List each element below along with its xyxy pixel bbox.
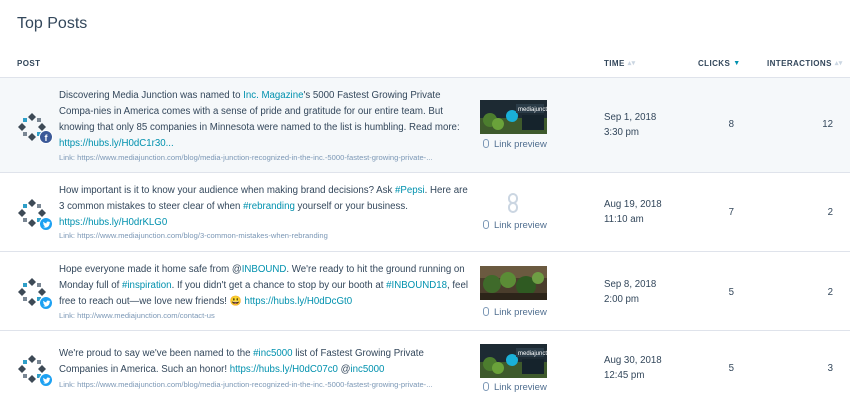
column-header-clicks[interactable]: CLICKS ▼: [698, 59, 741, 68]
twitter-icon: [39, 373, 53, 387]
twitter-icon: [39, 217, 53, 231]
post-link[interactable]: #Pepsi: [395, 185, 425, 196]
link-icon: [483, 307, 489, 316]
sort-icon: ▴▾: [834, 60, 843, 67]
post-date: Aug 30, 2018: [604, 355, 662, 366]
post-message: Discovering Media Junction was named to …: [59, 90, 460, 149]
column-header-time[interactable]: TIME ▴▾: [604, 59, 636, 68]
post-link[interactable]: inc5000: [350, 364, 384, 375]
interactions-value: 3: [827, 363, 833, 374]
clicks-value: 5: [728, 363, 734, 374]
sort-icon: ▴▾: [627, 60, 636, 67]
column-header-post: POST: [17, 59, 41, 68]
post-time: 11:10 am: [604, 214, 644, 225]
link-icon: [483, 139, 489, 148]
table-row[interactable]: Hope everyone made it home safe from @IN…: [0, 252, 850, 330]
post-message: How important is it to know your audienc…: [59, 185, 468, 228]
interactions-value: 2: [827, 287, 833, 298]
link-thumbnail[interactable]: [480, 100, 547, 134]
table-row[interactable]: How important is it to know your audienc…: [0, 173, 850, 251]
post-date: Sep 8, 2018: [604, 279, 657, 290]
post-link[interactable]: Inc. Magazine: [243, 90, 303, 101]
post-link-url: Link: https://www.mediajunction.com/blog…: [59, 380, 433, 389]
post-link[interactable]: https://hubs.ly/H0dC1r30...: [59, 138, 174, 149]
post-time: 3:30 pm: [604, 127, 640, 138]
link-icon: [483, 382, 489, 391]
link-preview-button[interactable]: Link preview: [483, 139, 547, 150]
table-row[interactable]: f Discovering Media Junction was named t…: [0, 78, 850, 172]
page-title: Top Posts: [17, 15, 88, 32]
post-link[interactable]: https://hubs.ly/H0drKLG0: [59, 217, 167, 228]
post-link[interactable]: #inspiration: [122, 280, 172, 291]
clicks-value: 7: [728, 207, 734, 218]
chain-link-icon: [506, 193, 520, 213]
twitter-icon: [39, 296, 53, 310]
clicks-value: 8: [728, 119, 734, 130]
post-date: Sep 1, 2018: [604, 112, 657, 123]
post-message: We're proud to say we've been named to t…: [59, 348, 424, 375]
post-date: Aug 19, 2018: [604, 199, 662, 210]
clicks-value: 5: [728, 287, 734, 298]
post-time: 12:45 pm: [604, 370, 645, 381]
link-preview-button[interactable]: Link preview: [483, 382, 547, 393]
interactions-value: 12: [822, 119, 833, 130]
link-preview-button[interactable]: Link preview: [483, 307, 547, 318]
link-thumbnail[interactable]: [480, 344, 547, 378]
post-link[interactable]: https://hubs.ly/H0dC07c0: [230, 364, 338, 375]
facebook-icon: f: [39, 130, 53, 144]
interactions-value: 2: [827, 207, 833, 218]
post-link-url: Link: http://www.mediajunction.com/conta…: [59, 311, 215, 320]
post-link[interactable]: #INBOUND18: [386, 280, 447, 291]
column-header-interactions[interactable]: INTERACTIONS ▴▾: [767, 59, 843, 68]
sort-descending-icon: ▼: [733, 60, 741, 67]
link-thumbnail[interactable]: [480, 266, 547, 300]
table-row[interactable]: We're proud to say we've been named to t…: [0, 331, 850, 403]
post-time: 2:00 pm: [604, 294, 640, 305]
link-preview-button[interactable]: Link preview: [483, 220, 547, 231]
post-message: Hope everyone made it home safe from @IN…: [59, 264, 468, 307]
link-icon: [483, 220, 489, 229]
post-link[interactable]: INBOUND: [242, 264, 287, 275]
post-link-url: Link: https://www.mediajunction.com/blog…: [59, 153, 433, 162]
post-link[interactable]: #rebranding: [243, 201, 295, 212]
post-link-url: Link: https://www.mediajunction.com/blog…: [59, 231, 328, 240]
post-link[interactable]: https://hubs.ly/H0dDcGt0: [244, 296, 352, 307]
post-link[interactable]: #inc5000: [253, 348, 292, 359]
